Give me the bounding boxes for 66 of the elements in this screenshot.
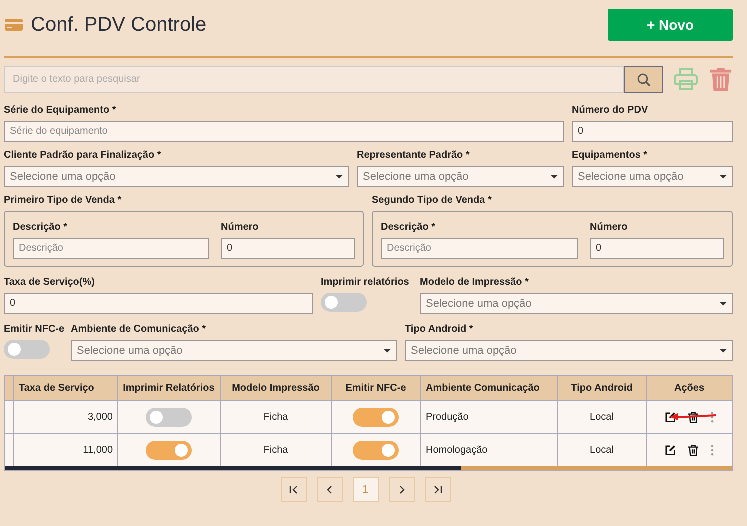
toggle-switch[interactable] — [146, 408, 192, 426]
edit-icon[interactable] — [665, 444, 676, 456]
field-label: Número do PDV — [572, 105, 650, 118]
next-page-button[interactable] — [388, 477, 414, 502]
page-title: Conf. PDV Controle — [31, 14, 208, 36]
field-label: Equipamentos * — [572, 150, 649, 163]
field-label: Série do Equipamento * — [4, 105, 118, 118]
last-page-icon — [432, 484, 442, 494]
field-label: Cliente Padrão para Finalização * — [4, 150, 162, 163]
card-icon — [5, 19, 23, 31]
field-label: Modelo de Impressão * — [420, 277, 530, 290]
select-field[interactable]: Selecione uma opção — [405, 340, 733, 361]
first-page-button[interactable] — [280, 477, 306, 502]
more-icon[interactable] — [711, 444, 714, 456]
field-label: Primeiro Tipo de Venda * — [4, 195, 123, 208]
input-field[interactable]: Descrição — [13, 238, 209, 259]
field-label: Descrição * — [13, 222, 68, 235]
field-label: Emitir NFC-e — [4, 324, 63, 337]
field-label: Representante Padrão * — [357, 150, 471, 163]
scrollbar-thumb[interactable] — [5, 466, 461, 470]
annotation-arrow — [670, 413, 716, 421]
column-header: Ações — [673, 382, 706, 396]
page-button[interactable]: 1 — [352, 477, 378, 502]
trash-icon[interactable] — [688, 444, 699, 456]
search-field[interactable]: Digite o texto para pesquisar — [4, 66, 624, 93]
caret-icon — [384, 348, 391, 352]
toggle-switch[interactable] — [321, 293, 367, 312]
input-field[interactable]: 0 — [4, 293, 313, 314]
trash-icon[interactable] — [688, 412, 699, 422]
caret-icon — [336, 174, 343, 178]
caret-icon — [720, 302, 727, 306]
toggle-switch[interactable] — [146, 440, 192, 460]
field-label: Taxa de Serviço(%) — [4, 277, 96, 290]
select-field[interactable]: Selecione uma opção — [420, 293, 733, 314]
field-label: Tipo Android * — [405, 324, 474, 337]
chevron-left-icon — [324, 484, 334, 494]
toggle-switch[interactable] — [353, 408, 399, 426]
select-field[interactable]: Selecione uma opção — [357, 166, 564, 187]
caret-icon — [551, 174, 558, 178]
input-field[interactable]: Descrição — [381, 238, 578, 259]
new-button[interactable]: + Novo — [608, 9, 733, 41]
field-label: Número — [221, 222, 260, 235]
select-field[interactable]: Selecione uma opção — [4, 166, 349, 187]
field-label: Imprimir relatórios — [321, 277, 410, 290]
field-label: Ambiente de Comunicação * — [71, 324, 208, 337]
caret-icon — [720, 348, 727, 352]
toggle-switch[interactable] — [353, 440, 399, 460]
field-label: Segundo Tipo de Venda * — [372, 195, 493, 208]
input-field[interactable]: Série do equipamento — [4, 121, 564, 142]
toggle-switch[interactable] — [4, 340, 50, 359]
previous-page-button[interactable] — [316, 477, 342, 502]
search-button[interactable] — [624, 66, 663, 93]
input-field[interactable]: 0 — [221, 238, 355, 259]
search-icon — [636, 72, 650, 86]
printer-icon[interactable] — [674, 68, 698, 91]
last-page-button[interactable] — [424, 477, 450, 502]
input-field[interactable]: 0 — [590, 238, 724, 259]
field-label: Descrição * — [381, 222, 436, 235]
input-field[interactable]: 0 — [572, 121, 733, 142]
first-page-icon — [288, 484, 298, 494]
edit-icon[interactable] — [665, 412, 676, 422]
select-field[interactable]: Selecione uma opção — [71, 340, 397, 361]
more-icon[interactable] — [711, 412, 714, 422]
caret-icon — [720, 174, 727, 178]
select-field[interactable]: Selecione uma opção — [572, 166, 733, 187]
field-label: Número — [590, 222, 629, 235]
